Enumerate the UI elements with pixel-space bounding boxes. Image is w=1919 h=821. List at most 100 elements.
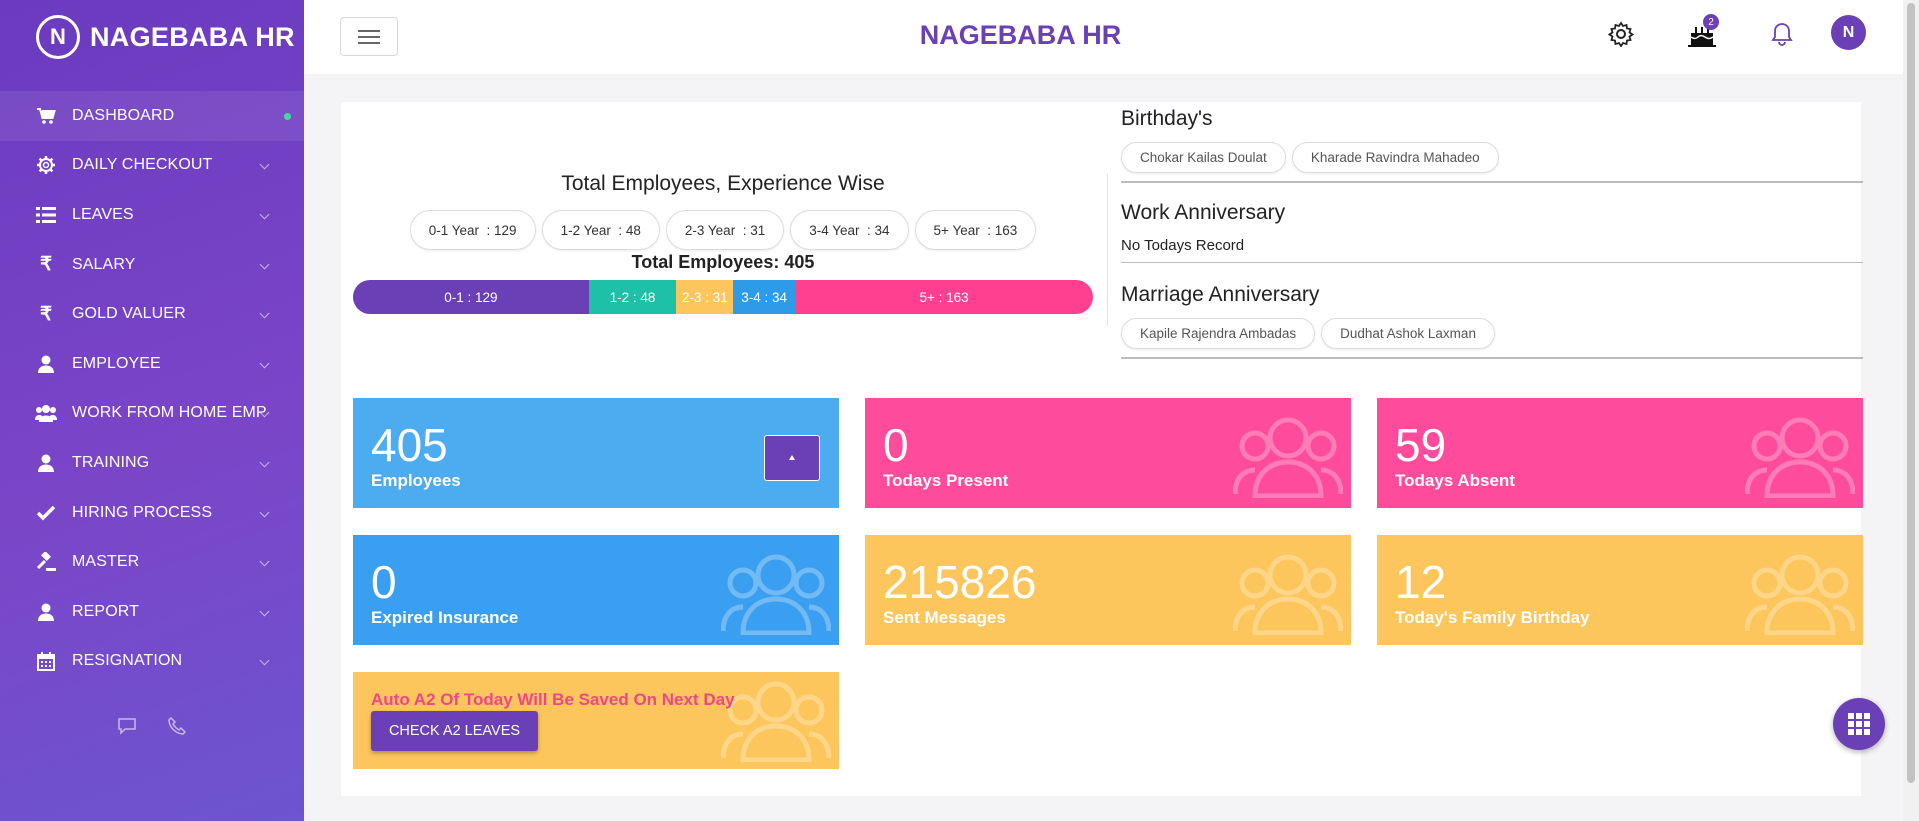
marriage-anniversary-chip[interactable]: Dudhat Ashok Laxman bbox=[1321, 318, 1495, 349]
card-label: Today's Family Birthday bbox=[1395, 608, 1590, 627]
sidebar-item-label: REPORT bbox=[72, 602, 139, 620]
experience-summary: Total Employees, Experience Wise 0-1 Yea… bbox=[353, 172, 1093, 314]
card-todays-present[interactable]: 0 Todays Present bbox=[865, 398, 1351, 508]
section-divider bbox=[1107, 174, 1108, 326]
sidebar-item-dashboard[interactable]: DASHBOARD bbox=[0, 91, 304, 141]
marriage-anniversary-list: Kapile Rajendra Ambadas Dudhat Ashok Lax… bbox=[1121, 318, 1863, 349]
card-sent-messages[interactable]: 215826 Sent Messages bbox=[865, 535, 1351, 645]
users-icon bbox=[720, 551, 832, 640]
birthday-chip[interactable]: Kharade Ravindra Mahadeo bbox=[1291, 142, 1499, 173]
sidebar-menu: DASHBOARD DAILY CHECKOUT LEAVES ₹ SALARY… bbox=[0, 91, 304, 686]
sidebar-item-label: DAILY CHECKOUT bbox=[72, 156, 213, 174]
birthday-cake-icon[interactable]: 2 bbox=[1685, 14, 1719, 51]
chevron-down-icon bbox=[259, 259, 270, 270]
sidebar-item-master[interactable]: MASTER bbox=[0, 537, 304, 587]
experience-pill[interactable]: 5+ Year : 163 bbox=[914, 210, 1037, 250]
a2-notice-card: Auto A2 Of Today Will Be Saved On Next D… bbox=[353, 672, 839, 769]
sidebar-item-label: GOLD VALUER bbox=[72, 305, 186, 323]
sidebar-item-label: EMPLOYEE bbox=[72, 354, 161, 372]
rupee-icon: ₹ bbox=[39, 303, 53, 325]
cart-icon bbox=[35, 105, 57, 127]
marriage-anniversary-chip[interactable]: Kapile Rajendra Ambadas bbox=[1121, 318, 1316, 349]
sidebar-item-leaves[interactable]: LEAVES bbox=[0, 190, 304, 240]
card-employees[interactable]: 405 Employees bbox=[353, 398, 839, 508]
gavel-icon bbox=[35, 551, 57, 573]
check-a2-leaves-button[interactable]: CHECK A2 LEAVES bbox=[371, 711, 538, 751]
work-anniversary-text: No Todays Record bbox=[1121, 236, 1245, 254]
page-scrollbar[interactable] bbox=[1903, 0, 1919, 821]
brand[interactable]: N NAGEBABA HR bbox=[0, 0, 304, 74]
users-icon bbox=[35, 402, 57, 424]
experience-pill[interactable]: 2-3 Year : 31 bbox=[665, 210, 785, 250]
page-title-text: NAGEBABA HR bbox=[919, 20, 1122, 50]
card-label: Expired Insurance bbox=[371, 608, 519, 627]
card-todays-absent[interactable]: 59 Todays Absent bbox=[1377, 398, 1863, 508]
users-icon bbox=[1232, 414, 1344, 503]
card-value: 215826 bbox=[883, 556, 1037, 608]
sidebar-item-resignation[interactable]: RESIGNATION bbox=[0, 637, 304, 687]
users-icon bbox=[1744, 551, 1856, 640]
sidebar-item-label: WORK FROM HOME EMP bbox=[72, 404, 267, 422]
card-value: 405 bbox=[371, 419, 448, 471]
sidebar-item-hiring-process[interactable]: HIRING PROCESS bbox=[0, 488, 304, 538]
chevron-down-icon bbox=[259, 655, 270, 666]
active-indicator bbox=[284, 112, 291, 120]
chat-icon[interactable] bbox=[117, 716, 137, 736]
events-section: Birthday's Chokar Kailas Doulat Kharade … bbox=[1121, 107, 1863, 359]
chevron-down-icon bbox=[259, 358, 270, 369]
bar-segment-3-4: 3-4 : 34 bbox=[733, 280, 796, 314]
sidebar-item-label: MASTER bbox=[72, 553, 140, 571]
gear-icon bbox=[35, 154, 57, 176]
check-icon bbox=[35, 502, 57, 524]
sidebar: N NAGEBABA HR DASHBOARD DAILY CHECKOUT L… bbox=[0, 0, 304, 821]
card-value: 12 bbox=[1395, 556, 1447, 608]
chevron-down-icon bbox=[259, 556, 270, 567]
sidebar-item-label: TRAINING bbox=[72, 453, 150, 471]
chevron-down-icon bbox=[259, 308, 270, 319]
sidebar-item-employee[interactable]: EMPLOYEE bbox=[0, 339, 304, 389]
chevron-down-icon bbox=[259, 209, 270, 220]
chevron-down-icon bbox=[259, 457, 270, 468]
bell-icon[interactable] bbox=[1765, 17, 1799, 51]
divider bbox=[1121, 261, 1863, 263]
user-icon bbox=[35, 601, 57, 623]
brand-name: NAGEBABA HR bbox=[90, 21, 295, 52]
sidebar-item-label: HIRING PROCESS bbox=[72, 503, 213, 521]
brand-logo: N bbox=[36, 15, 80, 59]
experience-title: Total Employees, Experience Wise bbox=[561, 172, 885, 195]
card-value: 0 bbox=[883, 419, 909, 471]
sidebar-item-report[interactable]: REPORT bbox=[0, 587, 304, 637]
experience-pill[interactable]: 0-1 Year : 129 bbox=[409, 210, 536, 250]
sidebar-item-label: RESIGNATION bbox=[72, 652, 183, 670]
bar-segment-2-3: 2-3 : 31 bbox=[676, 280, 734, 314]
birthday-chip[interactable]: Chokar Kailas Doulat bbox=[1121, 142, 1286, 173]
total-employees: Total Employees: 405 bbox=[631, 252, 815, 272]
sidebar-item-training[interactable]: TRAINING bbox=[0, 438, 304, 488]
birthdays-title: Birthday's bbox=[1121, 107, 1213, 130]
birthday-count-badge: 2 bbox=[1703, 14, 1719, 30]
card-family-birthday[interactable]: 12 Today's Family Birthday bbox=[1377, 535, 1863, 645]
chevron-down-icon bbox=[259, 159, 270, 170]
card-label: Todays Absent bbox=[1395, 471, 1515, 490]
sidebar-item-gold-valuer[interactable]: ₹ GOLD VALUER bbox=[0, 289, 304, 339]
sidebar-item-work-from-home-emp[interactable]: WORK FROM HOME EMP bbox=[0, 389, 304, 439]
marriage-anniversary-title: Marriage Anniversary bbox=[1121, 283, 1320, 306]
page-title: NAGEBABA HR bbox=[304, 20, 1919, 51]
list-icon bbox=[35, 204, 57, 226]
apps-grid-button[interactable] bbox=[1833, 698, 1885, 750]
sidebar-item-label: SALARY bbox=[72, 255, 136, 273]
upload-button[interactable] bbox=[764, 435, 820, 481]
experience-pill[interactable]: 3-4 Year : 34 bbox=[790, 210, 909, 250]
phone-icon[interactable] bbox=[167, 716, 187, 736]
experience-pill[interactable]: 1-2 Year : 48 bbox=[541, 210, 660, 250]
sidebar-item-daily-checkout[interactable]: DAILY CHECKOUT bbox=[0, 141, 304, 191]
settings-gear-icon[interactable] bbox=[1604, 17, 1638, 51]
card-expired-insurance[interactable]: 0 Expired Insurance bbox=[353, 535, 839, 645]
sidebar-item-salary[interactable]: ₹ SALARY bbox=[0, 240, 304, 290]
users-icon bbox=[1232, 551, 1344, 640]
work-anniversary-title: Work Anniversary bbox=[1121, 200, 1286, 224]
user-icon bbox=[35, 452, 57, 474]
user-avatar[interactable]: N bbox=[1831, 15, 1866, 50]
sidebar-item-label: LEAVES bbox=[72, 205, 134, 223]
users-icon bbox=[1744, 414, 1856, 503]
